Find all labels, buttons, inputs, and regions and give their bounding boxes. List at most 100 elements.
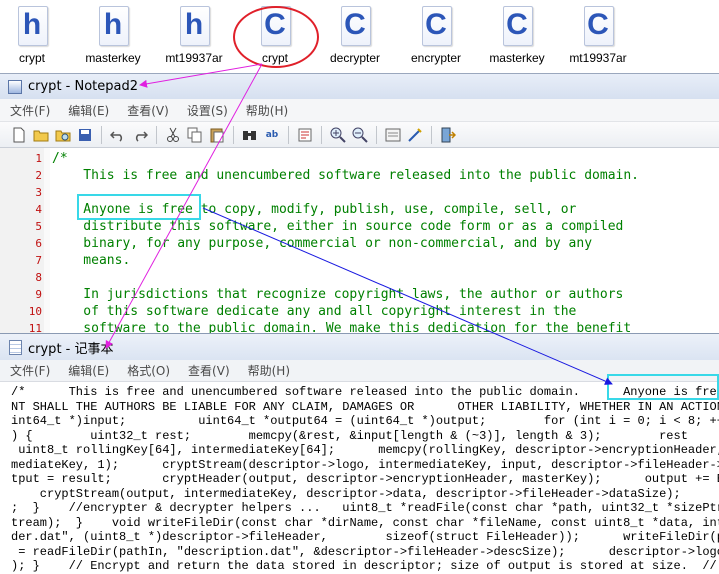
paste-icon[interactable]: [209, 127, 225, 143]
line-number: 1: [35, 152, 42, 165]
customize-icon[interactable]: [407, 127, 423, 143]
menu-file[interactable]: 文件(F): [0, 102, 58, 119]
replace-icon[interactable]: ab: [264, 127, 280, 143]
word-wrap-icon[interactable]: [297, 127, 313, 143]
notepad2-editor[interactable]: 1 2 3 4 5 6 7 8 9 10 11 /* This is free and unencu…: [0, 148, 719, 336]
toolbar-separator: [376, 125, 377, 144]
c-source-file-icon: C: [580, 4, 616, 48]
notepad2-app-icon: [8, 79, 22, 94]
browse-icon[interactable]: [55, 127, 71, 143]
cut-icon[interactable]: [165, 127, 181, 143]
toolbar-separator: [288, 125, 289, 144]
menu-format[interactable]: 格式(O): [117, 362, 178, 379]
c-source-file-icon: C: [337, 4, 373, 48]
text-line: cryptStream(output, intermediateKey, des…: [11, 486, 681, 501]
notepad2-menubar: 文件(F) 编辑(E) 查看(V) 设置(S) 帮助(H): [0, 99, 719, 122]
scheme-icon[interactable]: [385, 127, 401, 143]
file-label: masterkey: [85, 51, 141, 65]
line-number: 7: [35, 254, 42, 267]
line-number: 10: [28, 305, 42, 318]
exit-icon[interactable]: [440, 127, 456, 143]
desktop-file-decrypter-c[interactable]: C decrypter: [317, 4, 393, 65]
menu-help[interactable]: 帮助(H): [238, 362, 298, 379]
toolbar-separator: [101, 125, 102, 144]
c-source-file-icon: C: [418, 4, 454, 48]
desktop-file-mt19937ar-h[interactable]: h mt19937ar: [156, 4, 232, 65]
toolbar-separator: [431, 125, 432, 144]
desktop-file-mt19937ar-c[interactable]: C mt19937ar: [560, 4, 636, 65]
menu-help[interactable]: 帮助(H): [236, 102, 296, 119]
text-line: int64_t *)input; uint64_t *output64 = (u…: [11, 414, 719, 428]
text-line: ); } // Encrypt and return the data stor…: [11, 559, 719, 573]
file-label: mt19937ar: [165, 51, 223, 65]
code-line: In jurisdictions that recognize copyrigh…: [52, 287, 624, 302]
file-label: mt19937ar: [569, 51, 627, 65]
menu-edit[interactable]: 编辑(E): [58, 102, 117, 119]
header-file-icon: h: [14, 4, 50, 48]
header-file-icon: h: [176, 4, 212, 48]
notepad2-titlebar[interactable]: crypt - Notepad2: [0, 74, 719, 99]
line-number-gutter: 1 2 3 4 5 6 7 8 9 10 11: [0, 148, 45, 336]
text-line: uint8_t rollingKey[64], intermediateKey[…: [11, 443, 719, 457]
desktop-file-masterkey-h[interactable]: h masterkey: [75, 4, 151, 65]
notepad2-toolbar: ab: [0, 122, 719, 148]
text-line: mediateKey, 1); cryptStream(descriptor->…: [11, 457, 719, 472]
code-line: of this software dedicate any and all co…: [52, 304, 577, 319]
code-line: distribute this software, either in sour…: [52, 219, 624, 234]
toolbar-separator: [321, 125, 322, 144]
line-number: 5: [35, 220, 42, 233]
text-line: der.dat", (uint8_t *)descriptor->fileHea…: [11, 530, 719, 544]
text-line: ; } //encrypter & decrypter helpers ... …: [11, 501, 719, 515]
text-line: NT SHALL THE AUTHORS BE LIABLE FOR ANY C…: [11, 399, 719, 414]
menu-file[interactable]: 文件(F): [0, 362, 58, 379]
file-label: masterkey: [489, 51, 545, 65]
text-line: ) { uint32_t rest; memcpy(&rest, &input[…: [11, 428, 688, 443]
red-highlight-circle: [233, 6, 319, 68]
desktop-file-encrypter-c[interactable]: C encrypter: [398, 4, 474, 65]
open-folder-icon[interactable]: [33, 127, 49, 143]
new-file-icon[interactable]: [11, 127, 27, 143]
notepad-titlebar[interactable]: crypt - 记事本: [0, 334, 719, 360]
notepad-app-icon: [9, 339, 22, 355]
notepad-title: crypt - 记事本: [28, 341, 114, 357]
toolbar-separator: [233, 125, 234, 144]
fold-margin: [44, 148, 50, 336]
text-line: tput = result; cryptHeader(output, descr…: [11, 472, 719, 486]
zoom-out-icon[interactable]: [352, 127, 368, 143]
code-line: means.: [52, 253, 131, 268]
notepad2-title: crypt - Notepad2: [28, 79, 139, 94]
undo-icon[interactable]: [110, 127, 126, 143]
save-icon[interactable]: [77, 127, 93, 143]
copy-icon[interactable]: [187, 127, 203, 143]
cyan-highlight-anyone-is-free-notepad: [607, 374, 719, 400]
code-line: binary, for any purpose, commercial or n…: [52, 236, 593, 251]
toolbar-separator: [156, 125, 157, 144]
header-file-icon: h: [95, 4, 131, 48]
menu-view[interactable]: 查看(V): [178, 362, 238, 379]
line-number: 8: [35, 271, 42, 284]
menu-view[interactable]: 查看(V): [117, 102, 177, 119]
file-label: crypt: [18, 51, 45, 65]
find-icon[interactable]: [242, 127, 258, 143]
notepad-window: crypt - 记事本 文件(F) 编辑(E) 格式(O) 查看(V) 帮助(H…: [0, 333, 719, 574]
file-label: encrypter: [410, 51, 462, 65]
cyan-highlight-anyone-is-free-notepad2: [77, 194, 201, 220]
desktop-file-crypt-h[interactable]: h crypt: [0, 4, 70, 65]
code-line: /*: [52, 151, 68, 166]
c-source-file-icon: C: [499, 4, 535, 48]
file-label: decrypter: [329, 51, 381, 65]
menu-settings[interactable]: 设置(S): [177, 102, 236, 119]
text-line: = readFileDir(pathIn, "description.dat",…: [11, 544, 719, 559]
line-number: 3: [35, 186, 42, 199]
redo-icon[interactable]: [132, 127, 148, 143]
desktop-file-strip: h crypt h masterkey h mt19937ar C crypt …: [0, 0, 719, 72]
code-line: This is free and unencumbered software r…: [52, 168, 639, 183]
notepad-text-area[interactable]: /* This is free and unencumbered softwar…: [0, 385, 719, 574]
menu-edit[interactable]: 编辑(E): [58, 362, 117, 379]
notepad2-code-text[interactable]: /* This is free and unencumbered softwar…: [52, 150, 639, 337]
line-number: 6: [35, 237, 42, 250]
desktop-file-masterkey-c[interactable]: C masterkey: [479, 4, 555, 65]
line-number: 9: [35, 288, 42, 301]
zoom-in-icon[interactable]: [330, 127, 346, 143]
